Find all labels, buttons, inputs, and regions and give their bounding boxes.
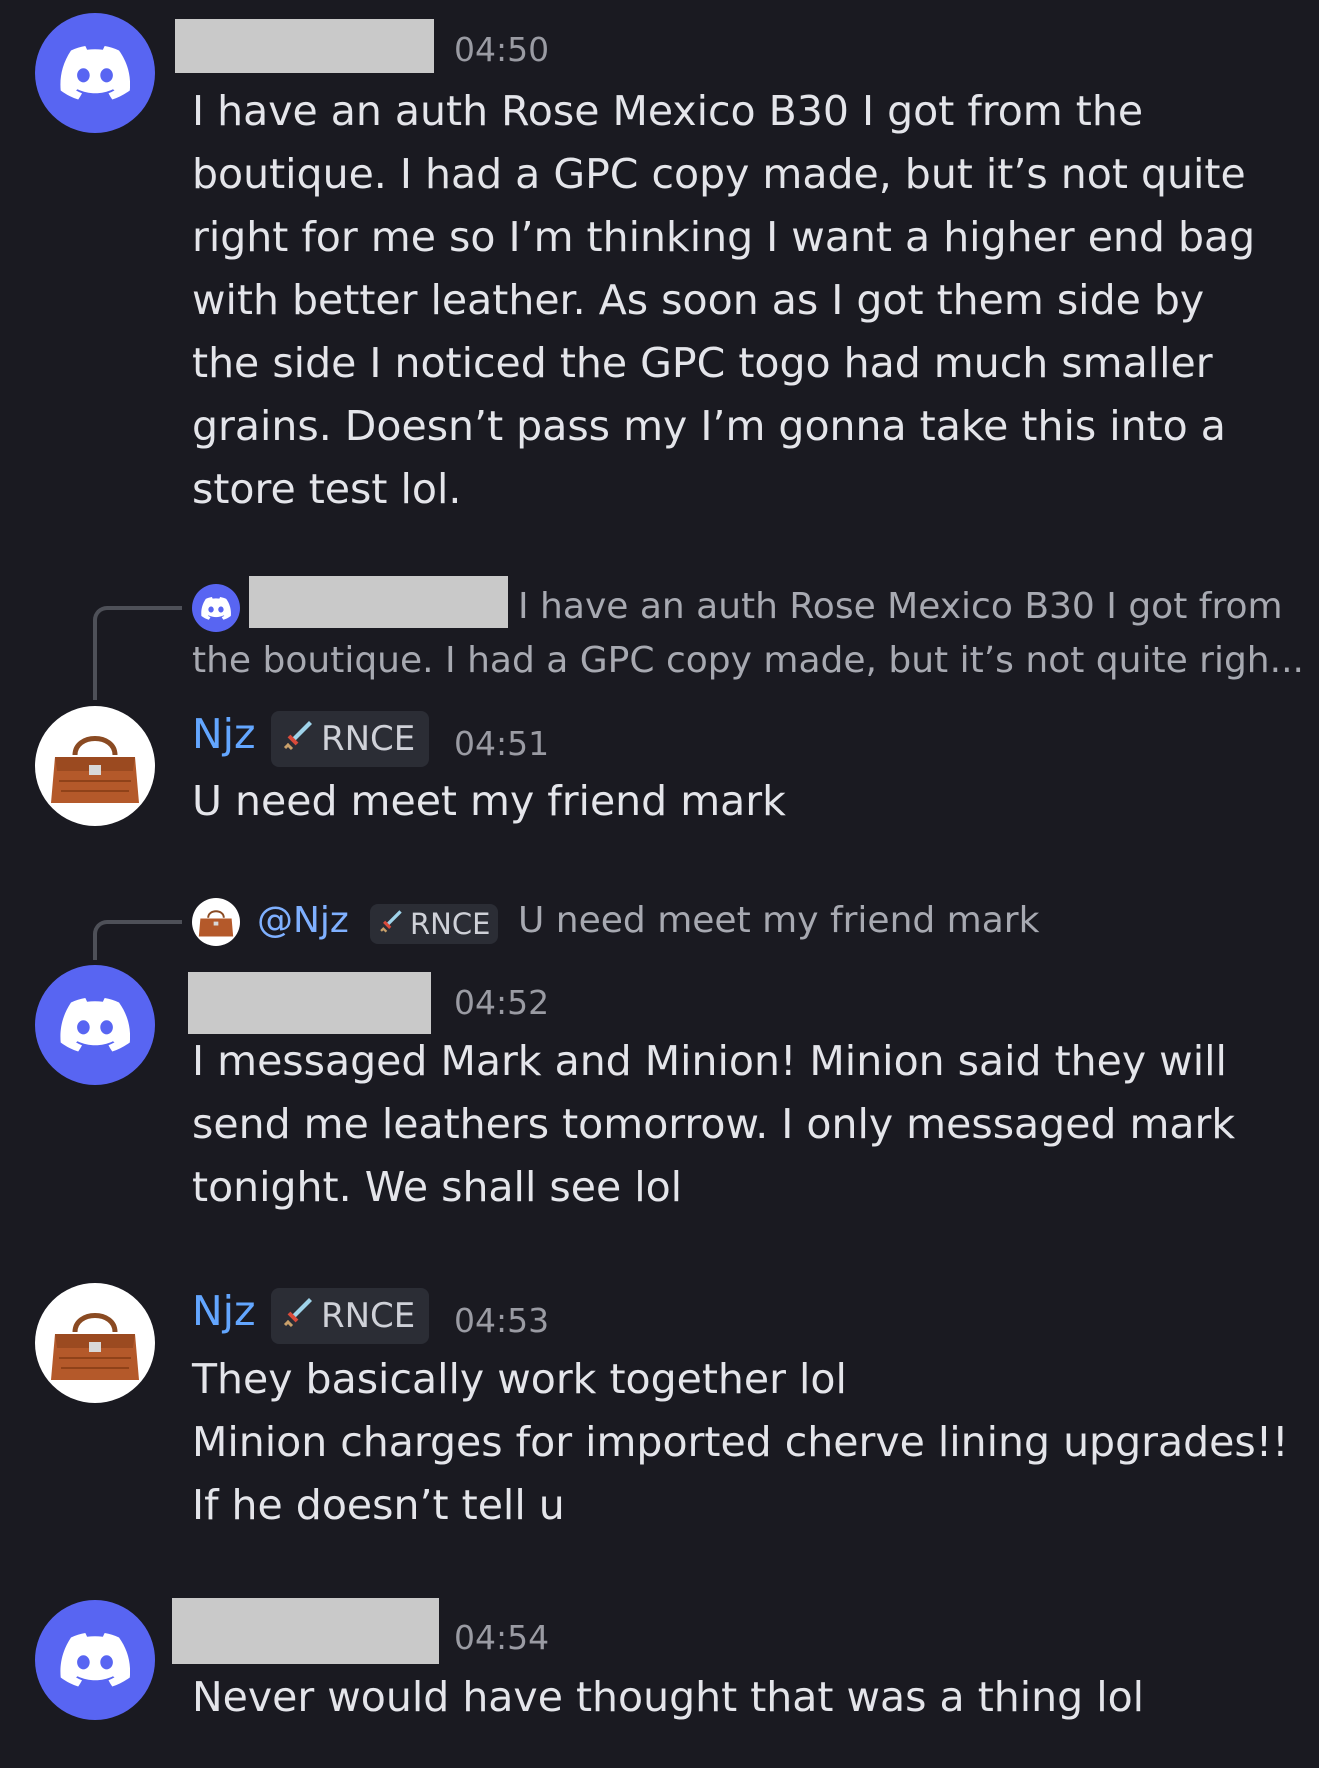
reply-preview-line1[interactable]: I have an auth Rose Mexico B30 I got fro… — [518, 586, 1283, 627]
birkin-bag-icon — [198, 910, 234, 937]
timestamp: 04:54 — [454, 1618, 550, 1657]
redacted-username — [249, 576, 508, 628]
birkin-bag-icon — [51, 1313, 139, 1380]
message-text: They basically work together lol Minion … — [192, 1355, 1289, 1529]
timestamp: 04:50 — [454, 30, 550, 69]
discord-logo-icon — [60, 998, 130, 1052]
reply-preview[interactable]: U need meet my friend mark — [518, 900, 1039, 941]
reply-connector — [93, 606, 182, 700]
avatar[interactable] — [35, 965, 155, 1085]
timestamp: 04:52 — [454, 983, 550, 1022]
author-name[interactable]: Njz — [192, 1287, 256, 1335]
avatar[interactable] — [35, 1283, 155, 1403]
timestamp: 04:51 — [454, 724, 550, 763]
sword-icon — [378, 907, 404, 941]
redacted-username — [175, 19, 434, 73]
birkin-bag-icon — [51, 736, 139, 803]
avatar[interactable] — [35, 706, 155, 826]
redacted-username — [172, 1598, 439, 1664]
author-name[interactable]: Njz — [192, 710, 256, 758]
timestamp: 04:53 — [454, 1301, 550, 1340]
avatar[interactable] — [35, 1600, 155, 1720]
message-text: I messaged Mark and Minion! Minion said … — [192, 1037, 1249, 1211]
reply-mention[interactable]: @Njz — [257, 900, 349, 941]
sword-icon — [281, 1295, 315, 1338]
message-text: Never would have thought that was a thin… — [192, 1673, 1145, 1721]
discord-logo-icon — [60, 1633, 130, 1687]
role-badge[interactable]: RNCE — [271, 1288, 430, 1344]
avatar[interactable] — [35, 13, 155, 133]
role-badge-label: RNCE — [410, 907, 491, 941]
reply-avatar[interactable] — [192, 584, 240, 632]
role-badge[interactable]: RNCE — [370, 904, 499, 944]
message-text: I have an auth Rose Mexico B30 I got fro… — [192, 87, 1269, 513]
role-badge-label: RNCE — [321, 1296, 416, 1336]
role-badge[interactable]: RNCE — [271, 711, 430, 767]
redacted-username — [188, 972, 431, 1034]
reply-avatar[interactable] — [192, 898, 240, 946]
role-badge-label: RNCE — [321, 719, 416, 759]
sword-icon — [281, 718, 315, 761]
discord-logo-icon — [201, 596, 231, 620]
message-text: U need meet my friend mark — [192, 777, 786, 825]
reply-preview-line2[interactable]: the boutique. I had a GPC copy made, but… — [192, 640, 1304, 681]
discord-logo-icon — [60, 46, 130, 100]
reply-connector — [93, 920, 182, 960]
